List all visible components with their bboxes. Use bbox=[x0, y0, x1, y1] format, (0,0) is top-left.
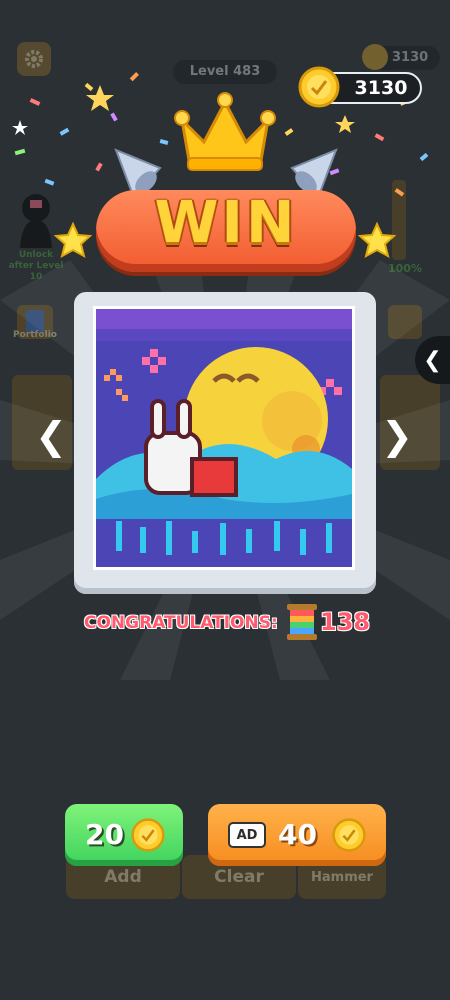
moon-bunny-artwork bbox=[96, 309, 352, 567]
star-icon bbox=[358, 222, 396, 258]
claim-coins-button[interactable]: 20 bbox=[65, 804, 183, 866]
win-title: WIN bbox=[154, 188, 298, 256]
watch-ad-claim-button[interactable]: AD 40 bbox=[208, 804, 386, 866]
previous-arrow-button[interactable]: ❮ bbox=[34, 414, 68, 458]
crown-icon bbox=[174, 92, 276, 171]
hammer-tool-label: Hammer bbox=[311, 869, 373, 885]
coin-icon bbox=[332, 818, 366, 852]
coin-icon bbox=[298, 66, 340, 108]
star-icon bbox=[54, 222, 92, 258]
coin-value: 3130 bbox=[354, 77, 408, 99]
reward-value: 138 bbox=[320, 608, 371, 636]
claim-coins-value: 20 bbox=[85, 818, 124, 851]
add-tool-label: Add bbox=[104, 867, 142, 887]
clear-tool-label: Clear bbox=[214, 867, 264, 887]
ad-badge-label: AD bbox=[236, 827, 258, 843]
next-arrow-button[interactable]: ❯ bbox=[380, 414, 414, 458]
ad-video-icon: AD bbox=[228, 822, 266, 848]
watch-ad-value: 40 bbox=[278, 818, 317, 851]
coin-icon bbox=[131, 818, 165, 852]
artwork-image bbox=[93, 306, 355, 570]
thread-spool-icon bbox=[287, 604, 317, 640]
congratulations-label: CONGRATULATIONS: bbox=[84, 613, 278, 633]
